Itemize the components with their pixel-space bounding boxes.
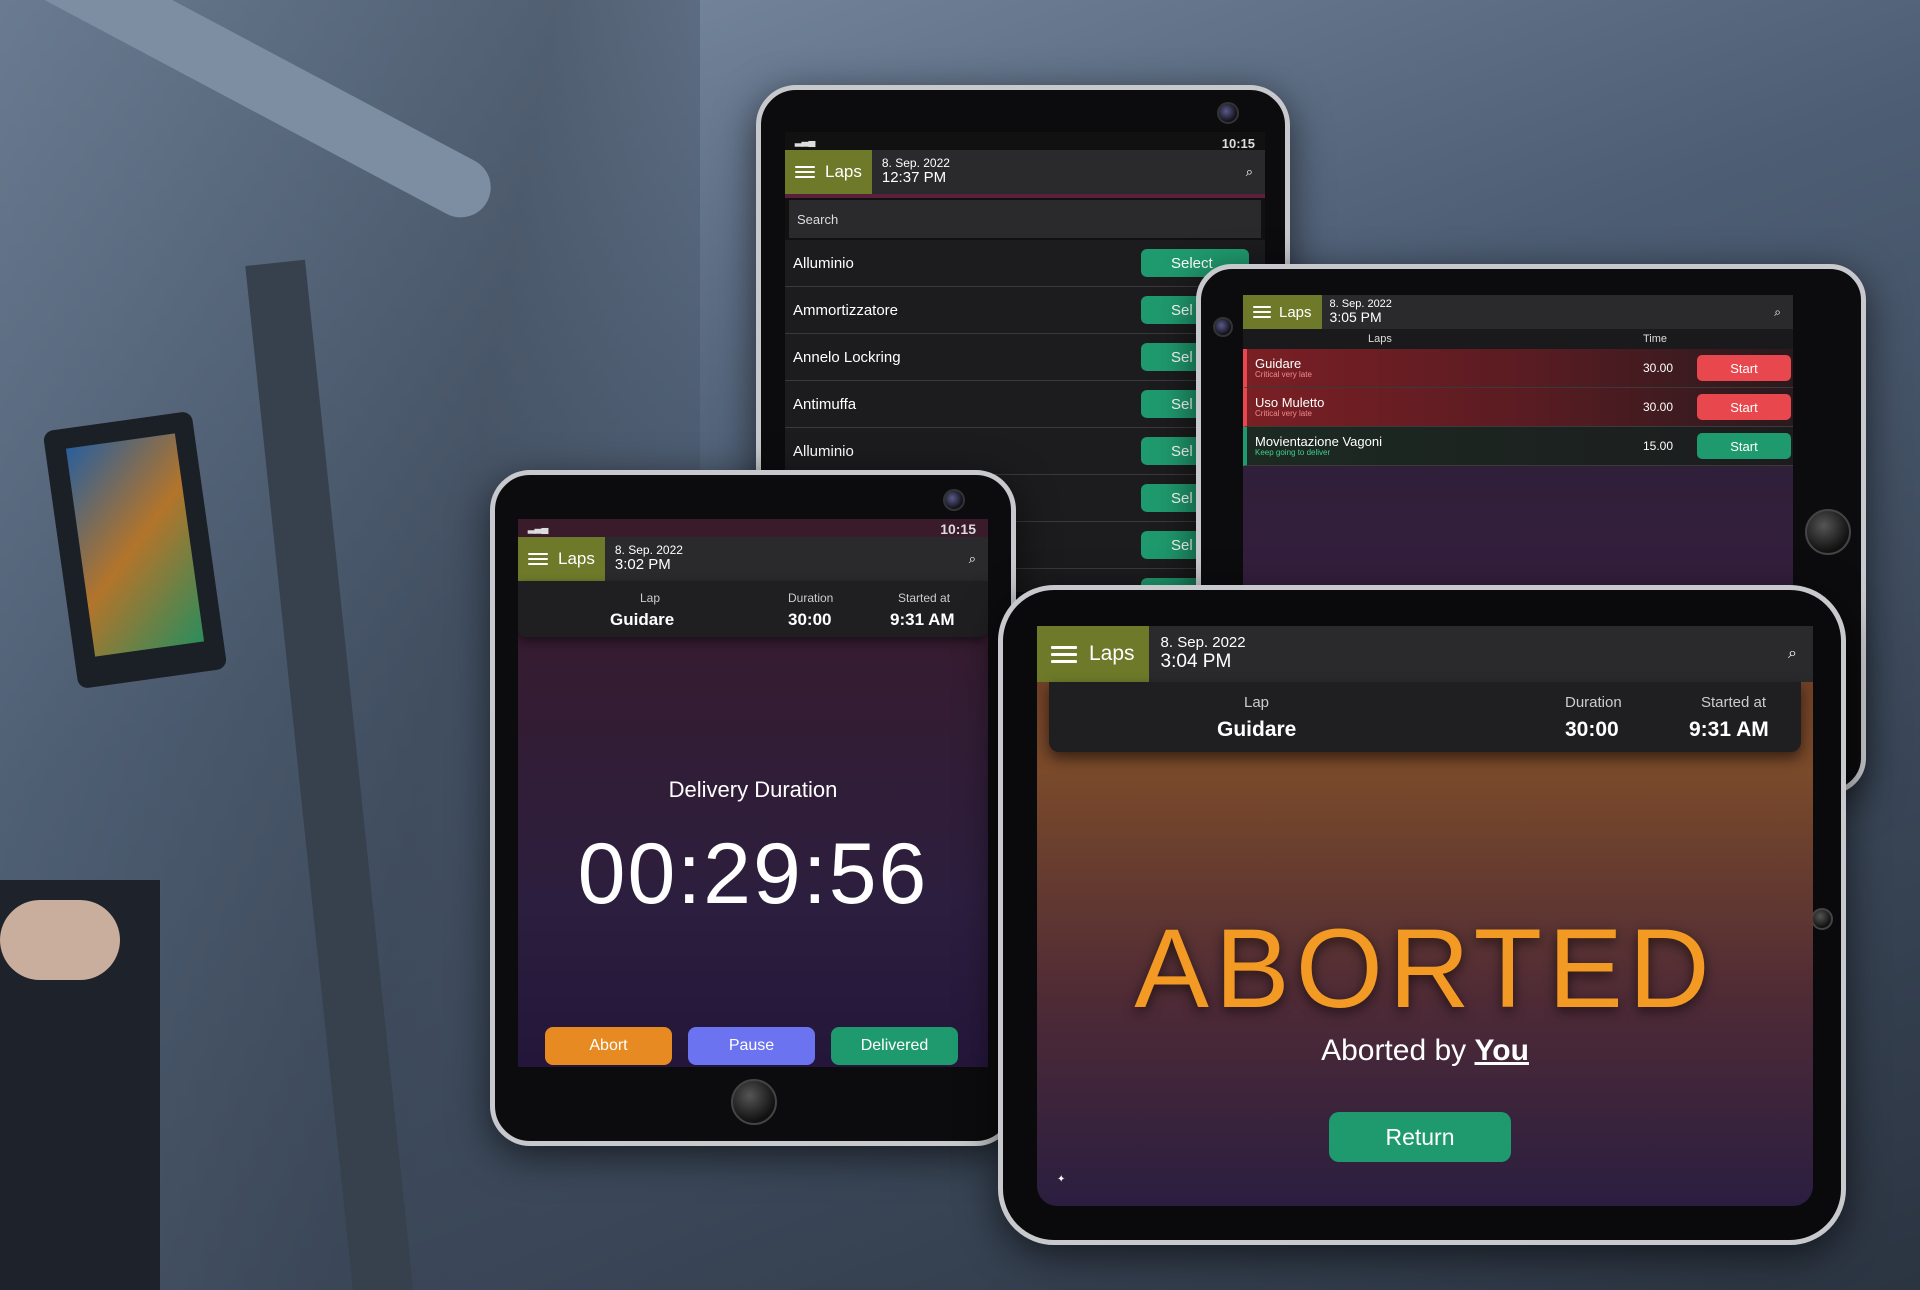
duration-value: 30:00: [788, 610, 832, 629]
hamburger-icon: [795, 163, 815, 181]
lap-info-card: Lap Guidare Duration 30:00 Started at 9:…: [518, 581, 988, 637]
duration-label: Duration: [1565, 694, 1622, 711]
lap-row: Uso Muletto Critical very late 30.00 Start: [1243, 388, 1793, 427]
lap-name: Guidare: [1255, 355, 1302, 371]
signal-icon: ▂▃▄: [528, 523, 548, 534]
laps-menu-button[interactable]: Laps: [1037, 626, 1149, 682]
lap-row: Guidare Critical very late 30.00 Start: [1243, 349, 1793, 388]
search-icon[interactable]: ⌕: [1246, 164, 1265, 180]
search-icon[interactable]: ⌕: [969, 551, 988, 567]
list-item: Alluminio Sel: [785, 428, 1265, 475]
column-header-time: Time: [1643, 333, 1668, 345]
search-icon[interactable]: ⌕: [1788, 645, 1813, 663]
menu-label: Laps: [825, 162, 862, 181]
lap-info-card: Lap Guidare Duration 30:00 Started at 9:…: [1049, 682, 1801, 752]
lap-label: Lap: [1244, 694, 1270, 711]
lap-row-text: Movientazione Vagoni Keep going to delive…: [1247, 435, 1382, 457]
home-button[interactable]: [1811, 908, 1833, 930]
pause-button[interactable]: Pause: [688, 1027, 815, 1065]
delivered-button[interactable]: Delivered: [831, 1027, 958, 1065]
laps-menu-button[interactable]: Laps: [785, 150, 872, 194]
list-item: Alluminio Select: [785, 240, 1265, 287]
duration-value: 30:00: [1565, 718, 1619, 741]
list-item: Antimuffa Sel: [785, 381, 1265, 428]
hamburger-icon: [1253, 303, 1271, 321]
column-header-laps: Laps: [1368, 333, 1392, 345]
lap-name: Uso Muletto: [1255, 394, 1325, 410]
hamburger-icon: [528, 550, 548, 568]
signal-icon: ▂▃▄: [795, 136, 815, 147]
lap-time: 30.00: [1643, 361, 1674, 375]
lap-name: Movientazione Vagoni: [1255, 433, 1382, 449]
lap-time: 30.00: [1643, 400, 1674, 414]
status-time: 10:15: [1221, 136, 1255, 151]
camera-icon: [1213, 317, 1233, 337]
started-label: Started at: [1701, 694, 1767, 711]
home-button[interactable]: [1805, 509, 1851, 555]
time-text: 3:05 PM: [1329, 309, 1382, 326]
started-value: 9:31 AM: [1689, 718, 1769, 741]
lap-row-text: Uso Muletto Critical very late: [1247, 396, 1324, 418]
list-item-name: Alluminio: [793, 442, 854, 460]
list-item: Annelo Lockring Sel: [785, 334, 1265, 381]
lap-status: Keep going to deliver: [1255, 447, 1331, 457]
aborted-by-user[interactable]: You: [1475, 1034, 1529, 1067]
timer-display: 00:29:56: [577, 826, 929, 922]
laps-menu-button[interactable]: Laps: [518, 537, 605, 581]
lap-row-text: Guidare Critical very late: [1247, 357, 1312, 379]
tablet-delivery-timer: 10:15 ▂▃▄ Laps 8. Sep. 2022 3:02 PM ⌕ La…: [490, 470, 1016, 1146]
lap-status: Critical very late: [1255, 369, 1312, 379]
menu-label: Laps: [558, 549, 595, 568]
status-time: 10:15: [940, 521, 976, 537]
timer-heading: Delivery Duration: [668, 777, 838, 802]
list-item-name: Annelo Lockring: [793, 348, 901, 366]
start-button[interactable]: Start: [1697, 355, 1791, 381]
hamburger-icon: [1051, 642, 1077, 667]
start-button[interactable]: Start: [1697, 394, 1791, 420]
time-text: 3:02 PM: [614, 556, 671, 574]
start-button[interactable]: Start: [1697, 433, 1791, 459]
lap-time: 15.00: [1643, 439, 1674, 453]
aborted-by-prefix: Aborted by: [1321, 1034, 1467, 1067]
aborted-by-text: Aborted by You: [1037, 1034, 1813, 1068]
brand-logo-icon: ✦: [1057, 1174, 1066, 1185]
started-value: 9:31 AM: [890, 610, 955, 629]
duration-label: Duration: [788, 591, 834, 605]
lap-row: Movientazione Vagoni Keep going to delive…: [1243, 427, 1793, 466]
tablet-aborted: Laps 8. Sep. 2022 3:04 PM ⌕ Lap Guidare …: [998, 585, 1846, 1245]
lap-label: Lap: [640, 591, 661, 605]
abort-button[interactable]: Abort: [545, 1027, 672, 1065]
laps-menu-button[interactable]: Laps: [1243, 295, 1322, 329]
camera-icon: [943, 489, 965, 511]
list-item-name: Antimuffa: [793, 395, 857, 413]
search-input[interactable]: Search: [789, 200, 1261, 238]
return-button[interactable]: Return: [1329, 1112, 1511, 1162]
lap-value: Guidare: [610, 610, 675, 629]
home-button[interactable]: [731, 1079, 777, 1125]
started-label: Started at: [898, 591, 951, 605]
search-icon[interactable]: ⌕: [1774, 305, 1793, 320]
list-item-name: Ammortizzatore: [793, 301, 899, 319]
aborted-title: ABORTED: [1134, 906, 1716, 1031]
menu-label: Laps: [1089, 642, 1135, 665]
menu-label: Laps: [1279, 303, 1312, 321]
list-item-name: Alluminio: [793, 254, 854, 272]
time-text: 12:37 PM: [881, 169, 947, 187]
lap-value: Guidare: [1217, 718, 1297, 741]
list-item: Ammortizzatore Sel: [785, 287, 1265, 334]
date-text: 8. Sep. 2022: [1160, 634, 1246, 652]
camera-icon: [1217, 102, 1239, 124]
lap-status: Critical very late: [1255, 408, 1312, 418]
time-text: 3:04 PM: [1160, 650, 1232, 672]
